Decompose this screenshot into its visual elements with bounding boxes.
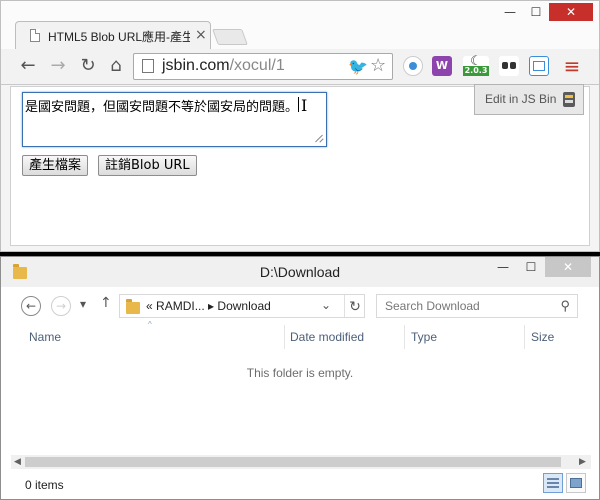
new-tab-button[interactable]	[212, 29, 248, 45]
explorer-window: D:\Download — ☐ ✕ ← → ▾ ↑ « RAMDI... ▸ D…	[0, 256, 600, 500]
address-folder-icon	[126, 299, 140, 314]
search-input[interactable]: Search Download ⚲	[376, 294, 578, 318]
bookmark-star-icon[interactable]: ☆	[370, 55, 386, 76]
breadcrumb-separator-icon: ▸	[208, 299, 215, 313]
breadcrumb: « RAMDI... ▸ Download	[146, 299, 271, 313]
details-view-icon[interactable]	[543, 473, 563, 493]
resize-grip-icon[interactable]	[314, 133, 324, 143]
address-dropdown-icon[interactable]: ⌄	[321, 298, 331, 312]
jsbin-logo-icon	[563, 92, 575, 107]
explorer-forward-icon[interactable]: →	[51, 296, 71, 316]
tab-title: HTML5 Blob URL應用-產生	[48, 30, 190, 44]
up-arrow-icon[interactable]: ↑	[100, 295, 112, 311]
horizontal-scrollbar[interactable]: ◀ ▶	[11, 455, 591, 469]
address-bar[interactable]: jsbin.com/xocul/1 🐦 ☆	[133, 53, 393, 80]
column-type[interactable]: Type	[411, 330, 437, 344]
minimize-button[interactable]: —	[497, 3, 523, 21]
browser-tab[interactable]: HTML5 Blob URL應用-產生 ×	[15, 21, 211, 49]
extension-disc-icon[interactable]	[403, 56, 423, 76]
empty-folder-message: This folder is empty.	[246, 366, 354, 380]
status-bar: 0 items	[1, 469, 599, 499]
scrollbar-thumb[interactable]	[25, 457, 561, 467]
page-content: 是國安問題，但國安問題不等於國安局的問題。 I 產生檔案 註銷Blob URL …	[10, 84, 590, 246]
tab-close-icon[interactable]: ×	[195, 26, 207, 44]
home-icon[interactable]: ⌂	[105, 55, 127, 77]
explorer-titlebar: D:\Download — ☐ ✕	[1, 257, 599, 287]
page-icon	[142, 59, 154, 73]
browser-titlebar: HTML5 Blob URL應用-產生 × — ☐ ✕	[1, 1, 599, 49]
revoke-blob-url-button[interactable]: 註銷Blob URL	[98, 155, 197, 176]
column-size[interactable]: Size	[531, 330, 554, 344]
browser-window-controls: — ☐ ✕	[497, 3, 593, 21]
column-divider[interactable]	[284, 325, 285, 349]
search-placeholder: Search Download	[385, 299, 480, 313]
explorer-window-controls: — ☐ ✕	[489, 257, 591, 277]
column-divider[interactable]	[404, 325, 405, 349]
breadcrumb-ramdisk[interactable]: RAMDI...	[156, 299, 205, 313]
reload-icon[interactable]: ↻	[77, 55, 99, 77]
text-input[interactable]: 是國安問題，但國安問題不等於國安局的問題。	[22, 92, 327, 147]
scroll-left-icon[interactable]: ◀	[14, 455, 21, 469]
large-icons-view-icon[interactable]	[566, 473, 586, 493]
generate-file-button[interactable]: 產生檔案	[22, 155, 89, 176]
url-text: jsbin.com/xocul/1	[162, 57, 285, 74]
browser-toolbar: ← → ↻ ⌂ jsbin.com/xocul/1 🐦 ☆ W ☾ 2.0.3 …	[1, 49, 599, 85]
browser-window: HTML5 Blob URL應用-產生 × — ☐ ✕ ← → ↻ ⌂ jsbi…	[0, 0, 600, 252]
hamburger-menu-icon[interactable]: ≡	[561, 55, 583, 77]
back-arrow-icon[interactable]: ←	[17, 55, 39, 77]
breadcrumb-download[interactable]: Download	[217, 299, 270, 313]
scroll-right-icon[interactable]: ▶	[579, 455, 586, 469]
twitter-bird-icon[interactable]: 🐦	[348, 57, 368, 76]
explorer-back-icon[interactable]: ←	[21, 296, 41, 316]
maximize-button[interactable]: ☐	[523, 3, 549, 21]
close-window-button[interactable]: ✕	[549, 3, 593, 21]
text-caret	[298, 97, 299, 112]
explorer-minimize-button[interactable]: —	[489, 257, 517, 277]
search-icon: ⚲	[560, 298, 570, 313]
item-count: 0 items	[25, 478, 64, 492]
sort-indicator-icon: ^	[148, 320, 152, 329]
ibeam-cursor-icon: I	[301, 96, 308, 115]
extension-version-icon[interactable]: ☾ 2.0.3	[463, 54, 489, 76]
column-divider[interactable]	[524, 325, 525, 349]
column-header: ^ Name Date modified Type Size	[1, 320, 599, 349]
refresh-icon[interactable]: ↻	[344, 295, 365, 317]
extension-glasses-icon[interactable]	[499, 56, 519, 76]
forward-arrow-icon[interactable]: →	[47, 55, 69, 77]
jsbin-label: Edit in JS Bin	[485, 92, 557, 106]
explorer-navbar: ← → ▾ ↑ « RAMDI... ▸ Download ⌄ ↻ Search…	[1, 287, 599, 325]
recent-locations-dropdown-icon[interactable]: ▾	[80, 297, 86, 311]
explorer-close-button[interactable]: ✕	[545, 257, 591, 277]
page-favicon-icon	[30, 29, 40, 42]
extension-screen-icon[interactable]	[529, 56, 549, 76]
edit-in-jsbin-button[interactable]: Edit in JS Bin	[474, 84, 584, 115]
column-date-modified[interactable]: Date modified	[290, 330, 364, 344]
extension-w-icon[interactable]: W	[432, 56, 452, 76]
column-name[interactable]: Name	[29, 330, 61, 344]
explorer-address-bar[interactable]: « RAMDI... ▸ Download ⌄ ↻	[119, 294, 365, 318]
explorer-maximize-button[interactable]: ☐	[517, 257, 545, 277]
